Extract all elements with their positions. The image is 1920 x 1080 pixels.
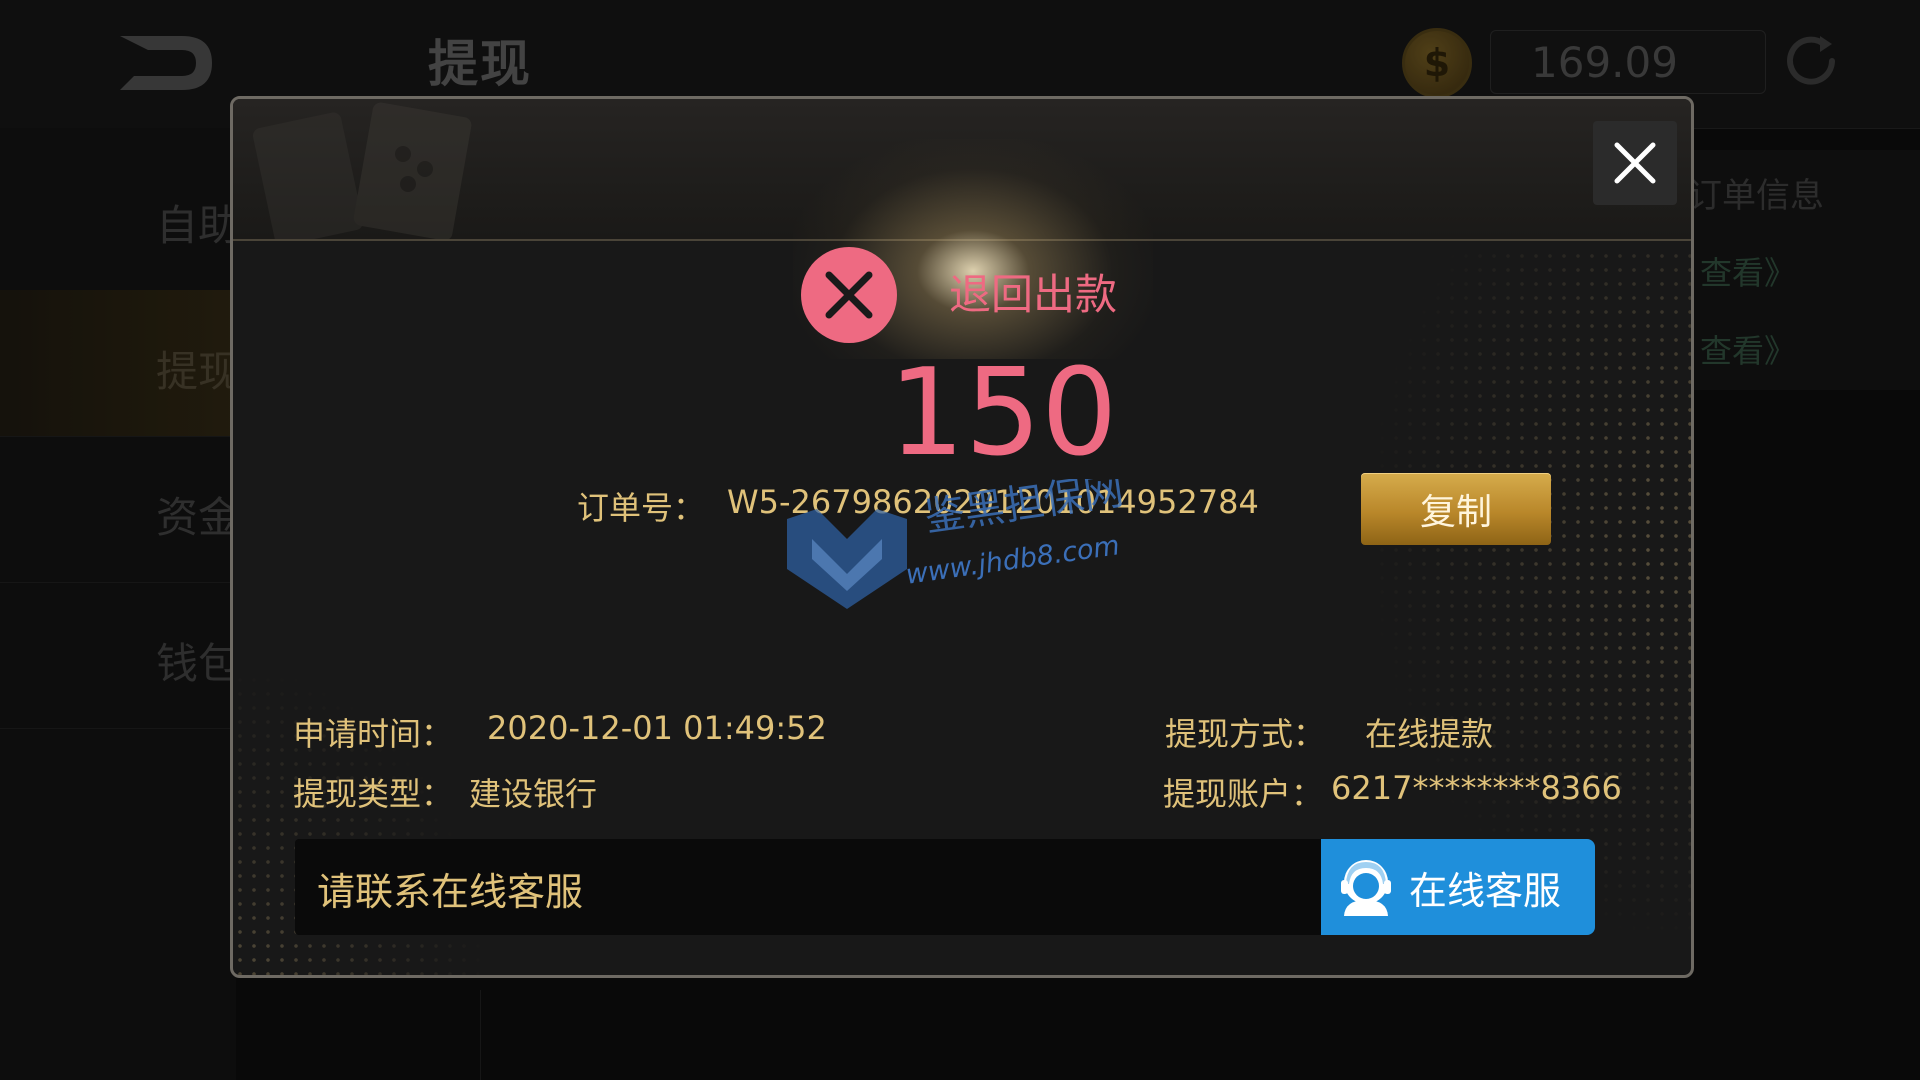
dialog-header [233, 99, 1691, 359]
withdraw-account-label: 提现账户： [1163, 775, 1324, 813]
withdraw-account-value: 6217********8366 [1331, 769, 1622, 807]
amount: 150 [888, 344, 1118, 483]
copy-button[interactable]: 复制 [1361, 473, 1551, 545]
customer-service-icon [1341, 860, 1391, 916]
withdraw-type-value: 建设银行 [469, 775, 598, 813]
close-button[interactable] [1593, 121, 1677, 205]
withdraw-detail-dialog: 退回出款 150 订单号： W5-26798620201201014952784… [230, 96, 1694, 978]
playing-cards-decoration [253, 102, 472, 239]
close-icon [1614, 142, 1656, 184]
failed-status-icon [801, 247, 897, 343]
watermark-title: 鉴黑担保网 [922, 479, 1126, 541]
online-service-label: 在线客服 [1409, 868, 1562, 913]
withdraw-method-value: 在线提款 [1365, 715, 1494, 753]
online-service-button[interactable]: 在线客服 [1321, 839, 1595, 935]
contact-text: 请联系在线客服 [317, 870, 584, 914]
withdraw-method-label: 提现方式： [1165, 715, 1326, 753]
apply-time-value: 2020-12-01 01:49:52 [487, 709, 827, 747]
withdraw-type-label: 提现类型： [293, 775, 454, 813]
status-text: 退回出款 [949, 270, 1118, 319]
apply-time-label: 申请时间： [293, 715, 454, 753]
x-icon [825, 271, 873, 319]
order-number-label: 订单号： [577, 489, 706, 527]
